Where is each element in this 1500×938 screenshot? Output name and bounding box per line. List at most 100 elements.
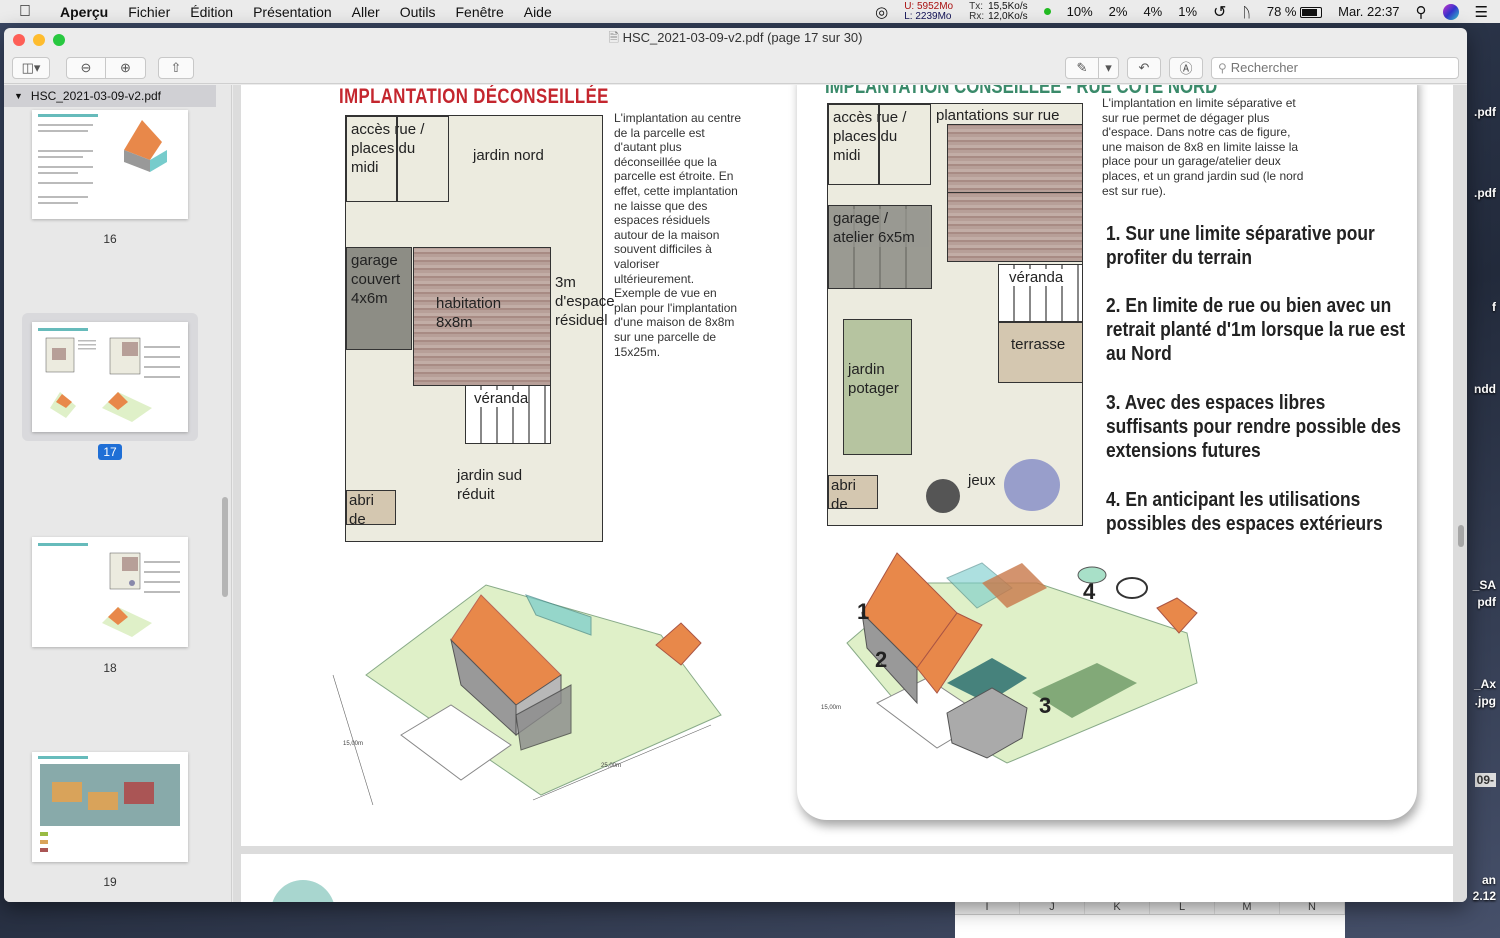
minimize-window-button[interactable] xyxy=(33,34,45,46)
menu-presentation[interactable]: Présentation xyxy=(243,4,342,20)
menu-outils[interactable]: Outils xyxy=(390,4,446,20)
apple-menu-icon[interactable]:  xyxy=(0,3,50,21)
page-decoration-circle xyxy=(271,880,335,902)
plan-play-area xyxy=(1004,459,1060,511)
background-spreadsheet[interactable]: I J K L M N xyxy=(955,898,1345,938)
sidebar-scrollbar[interactable] xyxy=(222,497,228,597)
iso-number: 2 xyxy=(875,647,887,672)
pdf-file-icon: 🗎 xyxy=(608,30,619,45)
rotate-button[interactable]: ↶ xyxy=(1127,56,1161,79)
search-input[interactable] xyxy=(1230,60,1441,75)
memory-status[interactable]: U: 5952Mo L: 2239Mo xyxy=(904,1,953,22)
left-paragraph: L'implantation au centre de la parcelle … xyxy=(614,111,742,359)
page-thumbnail-label: 17 xyxy=(4,444,216,460)
iso-number: 1 xyxy=(857,599,869,624)
cpu-meter[interactable]: 1% xyxy=(1178,4,1197,19)
annotate-button[interactable]: Ⓐ xyxy=(1169,56,1203,79)
page-thumbnail-label: 19 xyxy=(103,875,117,889)
iso-number: 3 xyxy=(1039,693,1051,718)
thumbnail-image xyxy=(38,114,167,204)
disclosure-triangle-icon[interactable]: ▼ xyxy=(14,91,23,101)
battery-status[interactable]: 78 % xyxy=(1267,4,1323,19)
zoom-out-button[interactable]: ⊖ xyxy=(66,56,106,79)
page-thumbnail-label: 18 xyxy=(103,661,117,675)
share-button[interactable]: ⇧ xyxy=(158,56,194,79)
plan-veranda: véranda xyxy=(998,264,1083,322)
sidebar-toggle-button[interactable]: ◫▾ xyxy=(12,56,50,79)
markup-menu-chevron-icon[interactable]: ▾ xyxy=(1099,56,1119,79)
plan-access-zone: accès rue / places du midi xyxy=(828,104,906,185)
plan-abri: abri de jardin xyxy=(346,490,396,525)
menu-aide[interactable]: Aide xyxy=(514,4,562,20)
menu-bar:  Aperçu Fichier Édition Présentation Al… xyxy=(0,0,1500,23)
cpu-meter[interactable]: 4% xyxy=(1143,4,1162,19)
menu-fichier[interactable]: Fichier xyxy=(118,4,180,20)
desktop-file-label[interactable]: pdf xyxy=(1477,595,1496,609)
menu-aller[interactable]: Aller xyxy=(342,4,390,20)
dimension-label: 15,00m xyxy=(343,741,363,747)
document-scrollbar[interactable] xyxy=(1458,525,1464,547)
clock[interactable]: Mar. 22:37 xyxy=(1338,4,1399,19)
page-thumbnail-19[interactable] xyxy=(32,752,188,862)
status-dot-icon xyxy=(1043,8,1051,15)
plan-label: plantations sur rue xyxy=(936,107,1060,124)
time-machine-icon[interactable]: ↺ xyxy=(1213,2,1226,22)
desktop-file-label[interactable]: 2.12 xyxy=(1473,889,1496,903)
desktop-file-label[interactable]: f xyxy=(1492,300,1496,314)
page-thumbnail-17[interactable] xyxy=(32,322,188,432)
thumbnail-sidebar: ▼ HSC_2021-03-09-v2.pdf 16 17 18 19 xyxy=(4,85,232,902)
left-site-plan: accès rue / places du midi jardin nord g… xyxy=(345,115,615,542)
iso-number: 4 xyxy=(1083,579,1096,604)
desktop-file-label[interactable]: _Ax xyxy=(1474,677,1496,691)
page-thumbnail-18[interactable] xyxy=(32,537,188,647)
menu-edition[interactable]: Édition xyxy=(180,4,243,20)
plan-abri: abri de jardin xyxy=(828,475,878,509)
creative-cloud-icon[interactable]: ◎ xyxy=(875,3,888,21)
plan-house-north xyxy=(947,124,1083,194)
plan-terrasse: terrasse xyxy=(998,322,1083,383)
desktop-file-label[interactable]: 09- xyxy=(1474,773,1496,787)
recommendation-1: 1. Sur une limite séparative pour profit… xyxy=(1106,223,1375,269)
plan-house-south xyxy=(947,192,1083,262)
siri-icon[interactable] xyxy=(1442,3,1459,20)
close-window-button[interactable] xyxy=(13,34,25,46)
right-site-plan: accès rue / places du midi plantations s… xyxy=(827,103,1083,526)
title-bar[interactable]: 🗎 HSC_2021-03-09-v2.pdf (page 17 sur 30) xyxy=(4,28,1467,52)
markup-pen-button[interactable]: ✎ xyxy=(1065,56,1099,79)
notification-center-icon[interactable]: ☰ xyxy=(1475,3,1488,21)
page-thumbnail-16[interactable] xyxy=(32,110,188,219)
plan-garage: garage / atelier 6x5m xyxy=(828,205,932,289)
plan-potager: jardin potager xyxy=(843,319,912,455)
recommended-layout-card: IMPLANTATION CONSEILLÉE - RUE CÔTÉ NORD … xyxy=(797,85,1417,820)
plan-habitation: habitation 8x8m xyxy=(413,247,551,386)
zoom-in-button[interactable]: ⊕ xyxy=(106,56,146,79)
cpu-meter[interactable]: 10% xyxy=(1067,4,1093,19)
search-field[interactable]: ⚲ xyxy=(1211,56,1459,79)
document-view[interactable]: IMPLANTATION DÉCONSEILLÉE accès rue / pl… xyxy=(233,85,1467,902)
right-isometric-view: 1 2 3 4 15,00m xyxy=(821,552,1198,764)
plan-access-zone: accès rue / places du midi xyxy=(346,116,424,202)
spotlight-search-icon[interactable]: ⚲ xyxy=(1416,3,1427,21)
desktop-file-label[interactable]: .jpg xyxy=(1475,694,1496,708)
thumbnail-image xyxy=(38,756,180,852)
desktop-file-label[interactable]: an xyxy=(1482,873,1496,887)
recommendation-2: 2. En limite de rue ou bien avec un retr… xyxy=(1106,295,1406,365)
right-paragraph: L'implantation en limite séparative et s… xyxy=(1102,96,1304,198)
desktop-file-label[interactable]: ndd xyxy=(1474,382,1496,396)
pdf-page: IMPLANTATION DÉCONSEILLÉE accès rue / pl… xyxy=(241,85,1453,846)
desktop-file-label[interactable]: .pdf xyxy=(1474,105,1496,119)
search-icon: ⚲ xyxy=(1218,60,1227,75)
fullscreen-window-button[interactable] xyxy=(53,34,65,46)
bluetooth-icon[interactable]: ᚢ xyxy=(1242,4,1250,20)
menu-fenetre[interactable]: Fenêtre xyxy=(445,4,513,20)
toolbar: ◫▾ ⊖ ⊕ ⇧ ✎ ▾ ↶ Ⓐ ⚲ xyxy=(4,52,1467,84)
desktop-file-label[interactable]: _SA xyxy=(1473,578,1496,592)
desktop-file-label[interactable]: .pdf xyxy=(1474,186,1496,200)
network-status[interactable]: Tx: 15,5Ko/s Rx: 12,0Ko/s xyxy=(969,1,1027,22)
plan-access-zone-2 xyxy=(878,104,931,185)
document-row[interactable]: ▼ HSC_2021-03-09-v2.pdf xyxy=(4,85,216,107)
pdf-next-page xyxy=(241,854,1453,902)
cpu-meter[interactable]: 2% xyxy=(1109,4,1128,19)
document-name: HSC_2021-03-09-v2.pdf xyxy=(30,89,161,103)
app-menu[interactable]: Aperçu xyxy=(50,4,118,20)
